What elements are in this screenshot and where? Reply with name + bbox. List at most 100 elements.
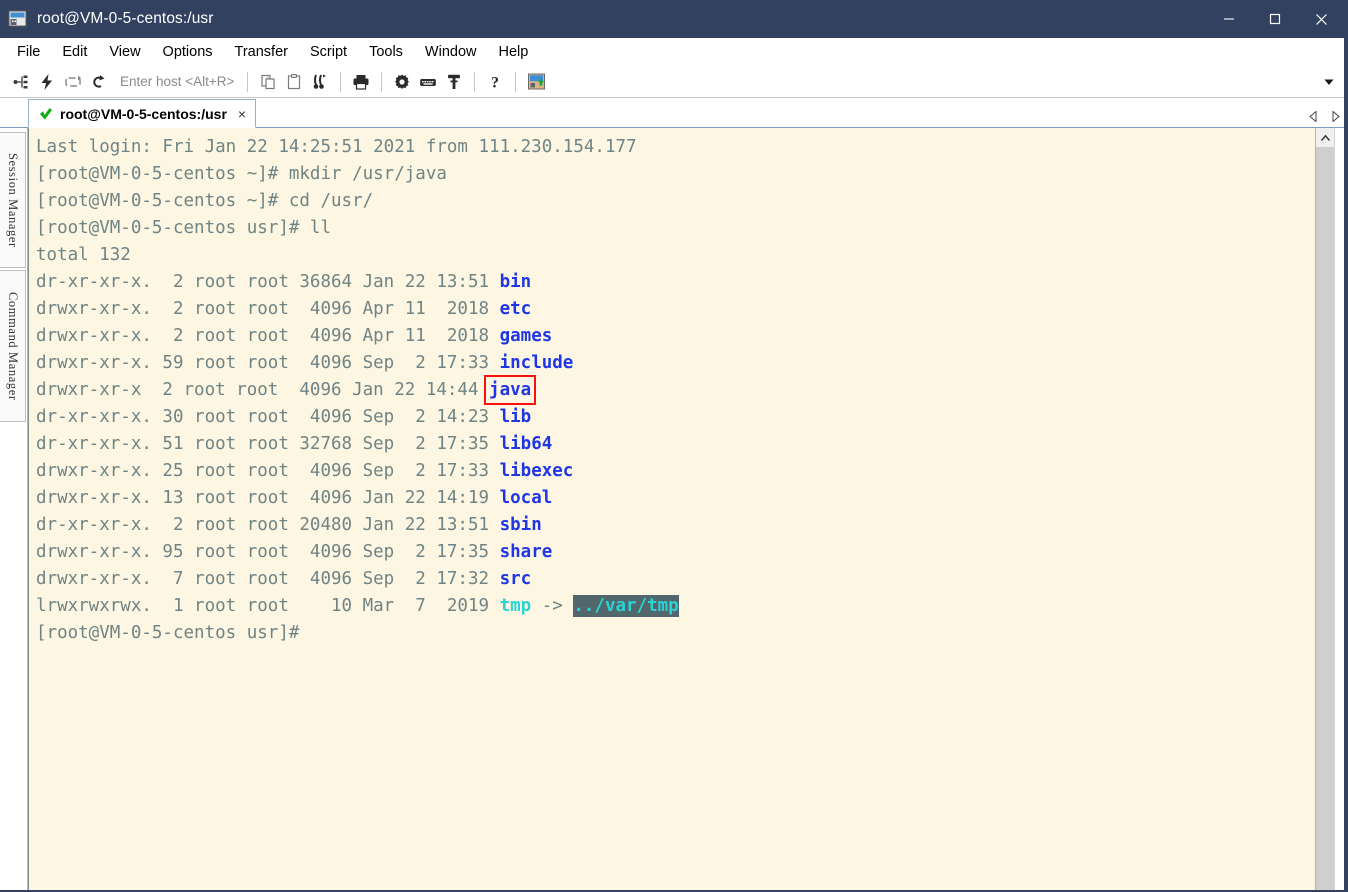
svg-text:?: ? [491, 74, 499, 91]
terminal-line: [root@VM-0-5-centos usr]# ll [36, 215, 1315, 242]
terminal-window-icon [8, 9, 28, 29]
secure-shell-icon[interactable] [523, 69, 549, 95]
terminal-line: total 132 [36, 242, 1315, 269]
terminal-text: -> [531, 596, 574, 616]
terminal-text: drwxr-xr-x. 59 root root 4096 Sep 2 17:3… [36, 353, 500, 373]
terminal-line: drwxr-xr-x. 2 root root 4096 Apr 11 2018… [36, 323, 1315, 350]
tab-label: root@VM-0-5-centos:/usr [60, 105, 227, 122]
toolbar-separator-3 [381, 71, 383, 92]
host-input[interactable]: Enter host <Alt+R> [120, 74, 234, 89]
window-title: root@VM-0-5-centos:/usr [37, 10, 214, 27]
terminal-line: drwxr-xr-x. 13 root root 4096 Jan 22 14:… [36, 485, 1315, 512]
menu-item-window[interactable]: Window [414, 41, 488, 63]
toolbar-separator-4 [474, 71, 476, 92]
help-icon[interactable]: ? [482, 69, 508, 95]
reconnect-icon[interactable] [60, 69, 86, 95]
tab-close-icon[interactable]: × [238, 107, 246, 121]
terminal-text: dr-xr-xr-x. 30 root root 4096 Sep 2 14:2… [36, 407, 500, 427]
tab-scroll-left-icon[interactable] [1306, 108, 1320, 124]
menu-item-options[interactable]: Options [152, 41, 224, 63]
terminal-text: [root@VM-0-5-centos usr]# [36, 623, 300, 643]
terminal-text: dr-xr-xr-x. 2 root root 36864 Jan 22 13:… [36, 272, 500, 292]
menu-item-transfer[interactable]: Transfer [224, 41, 299, 63]
settings-icon[interactable] [389, 69, 415, 95]
terminal-line: drwxr-xr-x. 95 root root 4096 Sep 2 17:3… [36, 539, 1315, 566]
terminal-text: [root@VM-0-5-centos usr]# ll [36, 218, 332, 238]
paste-icon[interactable] [281, 69, 307, 95]
terminal-text: src [499, 569, 532, 589]
terminal-line: drwxr-xr-x. 2 root root 4096 Apr 11 2018… [36, 296, 1315, 323]
terminal-text: bin [499, 272, 532, 292]
terminal-text: [root@VM-0-5-centos ~]# cd /usr/ [36, 191, 374, 211]
terminal-line: [root@VM-0-5-centos ~]# mkdir /usr/java [36, 161, 1315, 188]
terminal-text: games [499, 326, 553, 346]
menu-item-tools[interactable]: Tools [358, 41, 414, 63]
menu-item-file[interactable]: File [6, 41, 51, 63]
menu-item-edit[interactable]: Edit [51, 41, 98, 63]
terminal-text: libexec [499, 461, 574, 481]
terminal-text: tmp [499, 596, 532, 616]
print-icon[interactable] [348, 69, 374, 95]
find-icon[interactable] [307, 69, 333, 95]
terminal-line: dr-xr-xr-x. 2 root root 36864 Jan 22 13:… [36, 269, 1315, 296]
keyboard-icon[interactable] [415, 69, 441, 95]
scrollbar-up-arrow-icon[interactable] [1316, 128, 1334, 147]
sidebar-item-command-manager[interactable]: Command Manager [0, 270, 26, 422]
tab-nav [1306, 108, 1342, 124]
toolbar-separator-2 [340, 71, 342, 92]
terminal-text: dr-xr-xr-x. 51 root root 32768 Sep 2 17:… [36, 434, 500, 454]
terminal-line: drwxr-xr-x. 25 root root 4096 Sep 2 17:3… [36, 458, 1315, 485]
main-area: Session Manager Command Manager Last log… [0, 128, 1344, 890]
toolbar-separator-5 [515, 71, 517, 92]
menu-item-help[interactable]: Help [488, 41, 540, 63]
terminal-text: drwxr-xr-x. 95 root root 4096 Sep 2 17:3… [36, 542, 500, 562]
terminal-text: share [499, 542, 553, 562]
quick-connect-icon[interactable] [34, 69, 60, 95]
terminal-line: dr-xr-xr-x. 51 root root 32768 Sep 2 17:… [36, 431, 1315, 458]
menu-item-view[interactable]: View [98, 41, 151, 63]
terminal-text: lrwxrwxrwx. 1 root root 10 Mar 7 2019 [36, 596, 500, 616]
close-button[interactable] [1298, 0, 1344, 38]
terminal-line: [root@VM-0-5-centos ~]# cd /usr/ [36, 188, 1315, 215]
maximize-button[interactable] [1252, 0, 1298, 38]
terminal-line: dr-xr-xr-x. 2 root root 20480 Jan 22 13:… [36, 512, 1315, 539]
tab-root-vm-0-5-centos-usr[interactable]: root@VM-0-5-centos:/usr × [28, 99, 257, 128]
toolbar: Enter host <Alt+R> ? [0, 66, 1344, 98]
reconnect-all-icon[interactable] [86, 69, 112, 95]
terminal-pane: Last login: Fri Jan 22 14:25:51 2021 fro… [28, 128, 1344, 890]
toolbar-overflow-chevron-down-icon[interactable] [1318, 66, 1340, 97]
green-check-icon [39, 107, 53, 121]
terminal-line: drwxr-xr-x 2 root root 4096 Jan 22 14:44… [36, 375, 1315, 405]
terminal-output[interactable]: Last login: Fri Jan 22 14:25:51 2021 fro… [29, 128, 1315, 890]
tab-strip-gutter [0, 98, 28, 127]
terminal-text: drwxr-xr-x. 25 root root 4096 Sep 2 17:3… [36, 461, 500, 481]
terminal-text: include [499, 353, 574, 373]
terminal-text: lib [499, 407, 532, 427]
toolbar-separator-1 [247, 71, 249, 92]
pane-right-edge [1334, 128, 1344, 890]
highlighted-java-entry: java [484, 375, 537, 405]
terminal-line: lrwxrwxrwx. 1 root root 10 Mar 7 2019 tm… [36, 593, 1315, 620]
key-icon[interactable] [441, 69, 467, 95]
window-controls [1206, 0, 1344, 38]
terminal-text: total 132 [36, 245, 131, 265]
terminal-line: drwxr-xr-x. 59 root root 4096 Sep 2 17:3… [36, 350, 1315, 377]
terminal-line: Last login: Fri Jan 22 14:25:51 2021 fro… [36, 134, 1315, 161]
sidebar-item-session-manager[interactable]: Session Manager [0, 132, 26, 268]
terminal-text: sbin [499, 515, 542, 535]
tab-scroll-right-icon[interactable] [1328, 108, 1342, 124]
scrollbar-track[interactable] [1316, 147, 1334, 890]
terminal-line: dr-xr-xr-x. 30 root root 4096 Sep 2 14:2… [36, 404, 1315, 431]
terminal-vertical-scrollbar[interactable] [1315, 128, 1334, 890]
terminal-text: lib64 [499, 434, 553, 454]
terminal-text: dr-xr-xr-x. 2 root root 20480 Jan 22 13:… [36, 515, 500, 535]
terminal-text: drwxr-xr-x. 13 root root 4096 Jan 22 14:… [36, 488, 500, 508]
terminal-text: drwxr-xr-x. 2 root root 4096 Apr 11 2018 [36, 326, 500, 346]
menu-bar: File Edit View Options Transfer Script T… [0, 38, 1344, 66]
terminal-text: drwxr-xr-x 2 root root 4096 Jan 22 14:44 [36, 380, 490, 400]
connect-icon[interactable] [8, 69, 34, 95]
copy-icon[interactable] [255, 69, 281, 95]
terminal-text: Last login: Fri Jan 22 14:25:51 2021 fro… [36, 137, 637, 157]
menu-item-script[interactable]: Script [299, 41, 358, 63]
minimize-button[interactable] [1206, 0, 1252, 38]
